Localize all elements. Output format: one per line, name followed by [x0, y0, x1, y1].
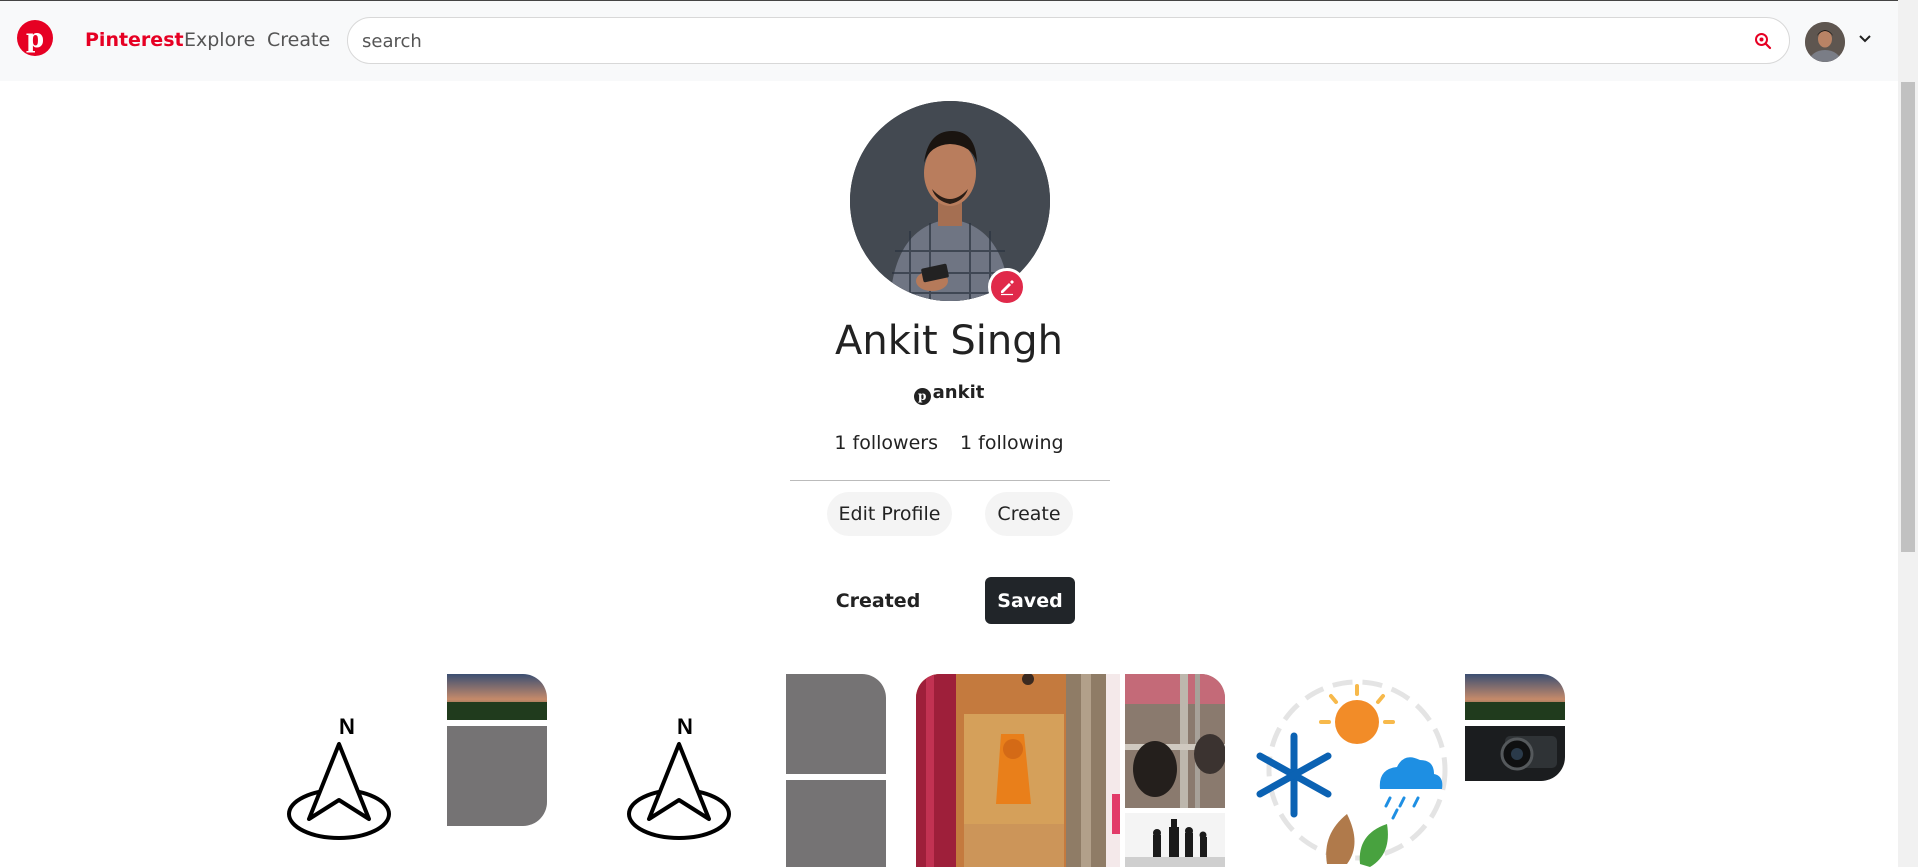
temple-photo — [916, 674, 1120, 867]
chess-photo — [1125, 813, 1225, 867]
camera-photo — [1465, 726, 1565, 781]
board-4-cover[interactable] — [1252, 674, 1452, 867]
tab-created[interactable]: Created — [833, 577, 923, 624]
nav-create-link[interactable]: Create — [267, 29, 330, 51]
follow-stats: 1 followers 1 following — [0, 432, 1898, 454]
board-4-thumb-top[interactable] — [1465, 674, 1565, 720]
profile-handle: p ankit — [0, 382, 1898, 405]
weather-icon — [1256, 679, 1448, 867]
board-2-thumb-bottom[interactable] — [786, 780, 886, 867]
board-3-thumb-bottom[interactable] — [1125, 813, 1225, 867]
create-button[interactable]: Create — [985, 492, 1073, 536]
landscape-thumb — [447, 674, 547, 720]
profile-avatar — [850, 101, 1050, 301]
board-1-thumb-bottom[interactable] — [447, 726, 547, 826]
board-2-thumb-top[interactable] — [786, 674, 886, 774]
profile-photo — [850, 101, 1050, 301]
profile-name: Ankit Singh — [835, 318, 1063, 364]
compass-n-label: N — [339, 714, 355, 739]
nav-brand-link[interactable]: Pinterest — [85, 29, 184, 51]
search-icon[interactable] — [1753, 31, 1773, 51]
compass-north-icon: N — [287, 714, 391, 840]
board-1-thumb-top[interactable] — [447, 674, 547, 720]
nav-explore-link[interactable]: Explore — [184, 29, 255, 51]
scrollbar-thumb[interactable] — [1901, 82, 1915, 552]
user-avatar-button[interactable] — [1805, 22, 1845, 62]
board-4-thumb-bottom[interactable] — [1465, 726, 1565, 781]
logo-letter: p — [25, 24, 45, 54]
board-1-cover[interactable]: N — [277, 674, 447, 867]
top-navbar: p Pinterest Explore Create — [0, 0, 1898, 81]
compass-north-icon: N — [627, 714, 731, 840]
profile-handle-text: ankit — [932, 382, 985, 403]
board-3-cover[interactable] — [916, 674, 1120, 867]
followers-count[interactable]: 1 followers — [834, 432, 938, 454]
search-bar — [347, 17, 1790, 64]
profile-divider — [790, 480, 1110, 481]
following-count[interactable]: 1 following — [960, 432, 1064, 454]
pinterest-logo-icon[interactable]: p — [17, 20, 53, 56]
landscape-thumb — [1465, 674, 1565, 720]
avatar-photo — [1805, 22, 1845, 62]
crowd-photo — [1125, 674, 1225, 808]
chevron-down-icon[interactable] — [1857, 31, 1873, 47]
tab-saved[interactable]: Saved — [985, 577, 1075, 624]
board-2-cover[interactable]: N — [615, 674, 785, 867]
pencil-icon — [1001, 280, 1014, 296]
board-3-thumb-top[interactable] — [1125, 674, 1225, 808]
edit-profile-button[interactable]: Edit Profile — [827, 492, 952, 536]
pinterest-mini-icon: p — [913, 388, 931, 405]
search-input[interactable] — [362, 27, 1742, 55]
edit-avatar-button[interactable] — [988, 268, 1026, 306]
compass-n-label: N — [677, 714, 693, 739]
